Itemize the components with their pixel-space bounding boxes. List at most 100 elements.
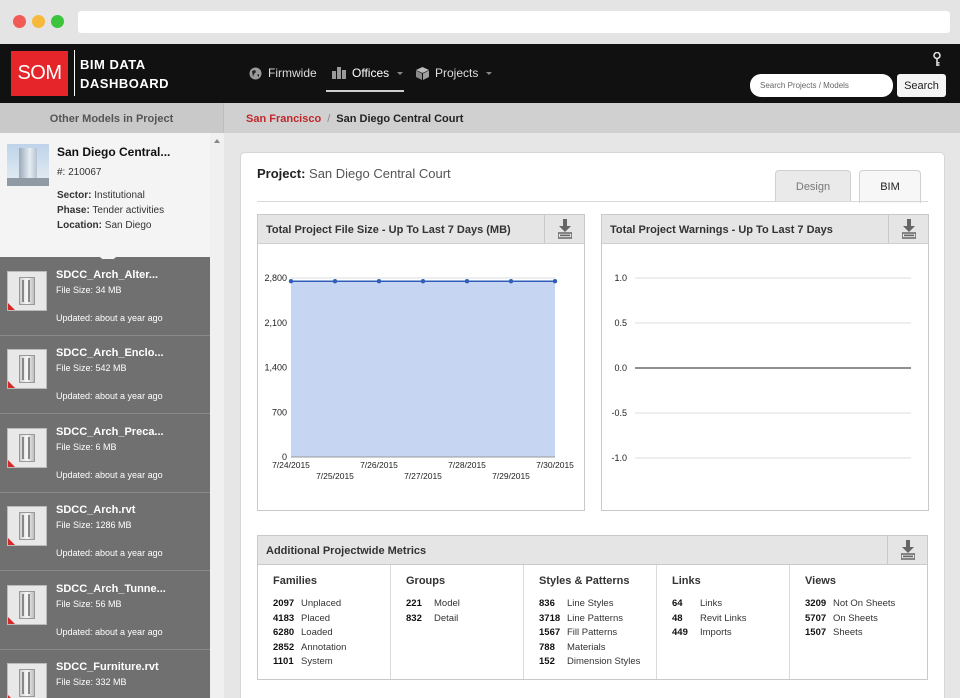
- metric-label: Unplaced: [301, 598, 342, 609]
- logo-divider: [74, 50, 75, 96]
- data-point: [508, 278, 514, 284]
- metric-row: 1567 Fill Patterns: [539, 627, 617, 638]
- brand-line-1: BIM DATA: [80, 57, 146, 72]
- x-tick-label: 7/24/2015: [272, 460, 310, 470]
- metric-row: 152 Dimension Styles: [539, 656, 640, 667]
- model-thumbnail: [7, 506, 47, 546]
- scroll-up-icon[interactable]: [214, 139, 220, 143]
- breadcrumb-current: San Diego Central Court: [336, 113, 464, 125]
- nav-firmwide-label: Firmwide: [268, 66, 317, 80]
- current-model-card[interactable]: San Diego Central... #: 210067 Sector: I…: [0, 133, 210, 257]
- nav-projects[interactable]: Projects: [416, 64, 493, 82]
- metric-value: 836: [539, 598, 555, 609]
- model-thumbnail: [7, 349, 47, 389]
- data-point: [288, 278, 294, 284]
- model-thumbnail: [7, 663, 47, 698]
- metric-row: 48 Revit Links: [672, 613, 746, 624]
- model-name: SDCC_Furniture.rvt: [56, 661, 159, 673]
- breadcrumb-office-link[interactable]: San Francisco: [246, 113, 321, 125]
- metric-row: 5707 On Sheets: [805, 613, 878, 624]
- som-logo[interactable]: SOM: [11, 51, 68, 96]
- metrics-column-title: Families: [273, 575, 318, 587]
- model-file-size: File Size: 56 MB: [56, 599, 122, 609]
- model-list-item[interactable]: SDCC_Furniture.rvt File Size: 332 MB: [0, 651, 210, 698]
- model-list-item[interactable]: SDCC_Arch.rvt File Size: 1286 MB Updated…: [0, 494, 210, 571]
- close-window-icon[interactable]: [13, 15, 26, 28]
- chart-title: Total Project Warnings - Up To Last 7 Da…: [610, 224, 833, 236]
- download-button[interactable]: [887, 536, 927, 565]
- model-name: SDCC_Arch_Alter...: [56, 269, 159, 281]
- model-list-item[interactable]: SDCC_Arch_Tunne... File Size: 56 MB Upda…: [0, 573, 210, 650]
- metric-row: 449 Imports: [672, 627, 732, 638]
- model-file-size: File Size: 542 MB: [56, 363, 127, 373]
- download-icon: [558, 219, 572, 239]
- search-button[interactable]: Search: [897, 74, 946, 97]
- y-tick-label: -0.5: [611, 408, 627, 418]
- metric-label: Imports: [700, 627, 732, 638]
- key-icon[interactable]: [933, 51, 941, 70]
- metric-row: 1101 System: [273, 656, 333, 667]
- model-file-size: File Size: 1286 MB: [56, 520, 132, 530]
- metric-value: 5707: [805, 612, 827, 624]
- metric-label: Sheets: [833, 627, 863, 638]
- model-name: SDCC_Arch_Tunne...: [56, 583, 166, 595]
- metric-value: 449: [672, 627, 688, 638]
- nav-firmwide[interactable]: Firmwide: [249, 64, 317, 82]
- metric-label: Fill Patterns: [567, 627, 618, 638]
- metric-row: 4183 Placed: [273, 613, 330, 624]
- download-button[interactable]: [544, 215, 584, 244]
- tab-design[interactable]: Design: [775, 170, 851, 202]
- x-tick-label: 7/26/2015: [360, 460, 398, 470]
- city-icon: [332, 67, 346, 79]
- breadcrumb-separator: /: [327, 113, 331, 125]
- minimize-window-icon[interactable]: [32, 15, 45, 28]
- metric-row: 6280 Loaded: [273, 627, 333, 638]
- model-list-item[interactable]: SDCC_Arch_Alter... File Size: 34 MB Upda…: [0, 259, 210, 336]
- model-thumbnail: [7, 271, 47, 311]
- metric-label: On Sheets: [833, 612, 878, 624]
- metric-label: Dimension Styles: [567, 656, 641, 667]
- metric-value: 3209: [805, 598, 827, 609]
- metric-value: 2097: [273, 598, 295, 609]
- current-model-title: San Diego Central...: [57, 145, 171, 159]
- metric-label: Materials: [567, 641, 606, 653]
- chevron-down-icon: [397, 71, 404, 75]
- area-fill: [291, 281, 555, 457]
- model-updated: Updated: about a year ago: [56, 391, 163, 401]
- metric-row: 221 Model: [406, 598, 460, 609]
- y-tick-label: 700: [272, 407, 287, 417]
- y-tick-label: 0.5: [614, 318, 627, 328]
- metric-label: Links: [700, 598, 723, 609]
- search-input[interactable]: [750, 74, 893, 97]
- brand-line-2: DASHBOARD: [80, 76, 169, 91]
- data-point: [552, 278, 558, 284]
- model-list-item[interactable]: SDCC_Arch_Preca... File Size: 6 MB Updat…: [0, 416, 210, 493]
- app-brand: BIM DATA DASHBOARD: [80, 55, 169, 93]
- metric-row: 3209 Not On Sheets: [805, 598, 895, 609]
- breadcrumb: San Francisco / San Diego Central Court: [246, 103, 463, 133]
- file-size-chart-panel: Total Project File Size - Up To Last 7 D…: [257, 214, 585, 511]
- metrics-title: Additional Projectwide Metrics: [266, 545, 427, 557]
- metric-label: Loaded: [301, 627, 333, 638]
- page-title: Project: San Diego Central Court: [257, 166, 451, 181]
- metric-value: 64: [672, 598, 683, 609]
- metric-label: Revit Links: [700, 612, 747, 624]
- model-list-item[interactable]: SDCC_Arch_Enclo... File Size: 542 MB Upd…: [0, 337, 210, 414]
- download-button[interactable]: [888, 215, 928, 244]
- tab-bim[interactable]: BIM: [859, 170, 921, 203]
- metric-label: Annotation: [301, 641, 347, 653]
- metric-row: 2097 Unplaced: [273, 598, 341, 609]
- address-bar[interactable]: [78, 11, 950, 33]
- maximize-window-icon[interactable]: [51, 15, 64, 28]
- sidebar-scrollbar[interactable]: [210, 133, 224, 698]
- x-tick-label: 7/28/2015: [448, 460, 486, 470]
- model-updated: Updated: about a year ago: [56, 548, 163, 558]
- y-tick-label: -1.0: [611, 453, 627, 463]
- model-updated: Updated: about a year ago: [56, 470, 163, 480]
- download-icon: [901, 540, 915, 560]
- nav-offices[interactable]: Offices: [332, 64, 404, 82]
- y-tick-label: 2,100: [264, 318, 287, 328]
- y-tick-label: 1.0: [614, 273, 627, 283]
- model-file-size: File Size: 34 MB: [56, 285, 122, 295]
- model-thumbnail: [7, 428, 47, 468]
